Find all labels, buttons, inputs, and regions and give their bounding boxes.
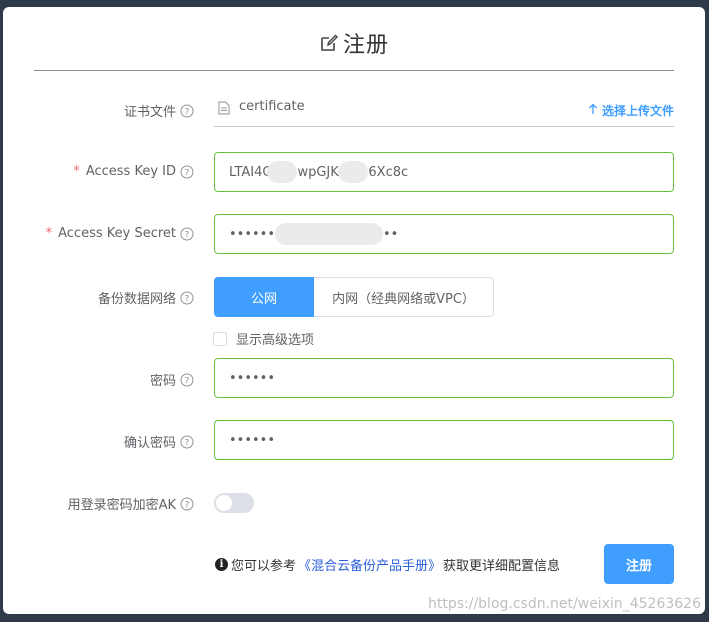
svg-text:?: ? [185, 294, 190, 304]
access-key-id-label: Access Key ID [85, 164, 176, 179]
register-button[interactable]: 注册 [604, 544, 674, 584]
help-icon[interactable]: ? [180, 497, 194, 511]
help-icon[interactable]: ? [180, 104, 194, 118]
certificate-label: 证书文件 [123, 105, 176, 120]
svg-text:?: ? [185, 107, 190, 117]
svg-text:?: ? [185, 230, 190, 240]
watermark: https://blog.csdn.net/weixin_45263626 [427, 596, 701, 612]
confirm-password-value: •••••• [229, 432, 276, 448]
info-suffix: 获取更详细配置信息 [443, 559, 561, 574]
encrypt-ak-switch[interactable] [214, 493, 254, 513]
password-label-group: 密码 ? [150, 370, 194, 389]
info-prefix: 您可以参考 [231, 559, 297, 574]
help-icon[interactable]: ? [180, 373, 194, 387]
access-key-id-part-1: LTAI4C [229, 164, 272, 180]
product-manual-link[interactable]: 《混合云备份产品手册》 [298, 555, 441, 574]
access-key-id-part-2: wpGJKl [297, 164, 343, 180]
certificate-label-group: 证书文件 ? [124, 101, 194, 120]
access-key-secret-label: Access Key Secret [58, 226, 176, 241]
info-icon: i [215, 558, 228, 571]
required-mark: * [73, 164, 80, 179]
redaction-blur [338, 161, 369, 183]
register-dialog: 注册 证书文件 ? certificate 选择上传文件 * Access Ke… [3, 7, 705, 614]
edit-icon [319, 33, 339, 53]
svg-text:?: ? [185, 438, 190, 448]
access-key-id-input[interactable]: LTAI4C wpGJKl 6Xc8c [214, 152, 674, 192]
required-mark: * [45, 226, 53, 241]
redaction-blur [267, 161, 298, 183]
upload-file-button[interactable]: 选择上传文件 [588, 102, 674, 119]
confirm-password-input[interactable]: •••••• [214, 420, 674, 460]
access-key-secret-input[interactable]: •••••• •• [214, 214, 674, 254]
dialog-title: 注册 [342, 33, 389, 58]
svg-text:?: ? [185, 500, 190, 510]
upload-arrow-icon [588, 103, 598, 118]
network-option-internal[interactable]: 内网（经典网络或VPC） [314, 277, 494, 317]
footer-info: i 您可以参考 《混合云备份产品手册》 获取更详细配置信息 [215, 555, 560, 574]
backup-network-radio-group: 公网 内网（经典网络或VPC） [214, 277, 494, 317]
document-icon [218, 100, 230, 119]
help-icon[interactable]: ? [180, 291, 194, 305]
redaction-blur [275, 223, 384, 245]
backup-network-label-group: 备份数据网络 ? [98, 288, 194, 307]
help-icon[interactable]: ? [180, 165, 194, 179]
certificate-upload-row: certificate 选择上传文件 [214, 97, 674, 127]
certificate-file-name: certificate [239, 99, 305, 114]
access-key-secret-start: •••••• [229, 226, 276, 242]
access-key-id-label-group: * Access Key ID ? [73, 164, 194, 179]
advanced-options-row[interactable]: 显示高级选项 [213, 329, 314, 348]
advanced-options-checkbox[interactable] [213, 331, 227, 346]
help-icon[interactable]: ? [180, 435, 194, 449]
dialog-header: 注册 [34, 27, 674, 71]
encrypt-ak-label: 用登录密码加密AK [67, 498, 176, 513]
help-icon[interactable]: ? [180, 227, 194, 241]
backup-network-label: 备份数据网络 [97, 292, 176, 307]
switch-knob [216, 495, 232, 511]
confirm-password-label-group: 确认密码 ? [124, 432, 194, 451]
encrypt-ak-label-group: 用登录密码加密AK ? [68, 494, 194, 513]
advanced-options-label: 显示高级选项 [236, 333, 315, 348]
password-value: •••••• [229, 370, 276, 386]
network-option-public[interactable]: 公网 [214, 277, 314, 317]
upload-file-label: 选择上传文件 [601, 104, 674, 118]
access-key-id-part-3: 6Xc8c [368, 164, 409, 180]
confirm-password-label: 确认密码 [123, 436, 176, 451]
access-key-secret-label-group: * Access Key Secret ? [46, 226, 194, 241]
svg-text:?: ? [185, 168, 190, 178]
password-input[interactable]: •••••• [214, 358, 674, 398]
svg-text:?: ? [185, 376, 190, 386]
password-label: 密码 [149, 374, 176, 389]
access-key-secret-end: •• [383, 226, 399, 242]
